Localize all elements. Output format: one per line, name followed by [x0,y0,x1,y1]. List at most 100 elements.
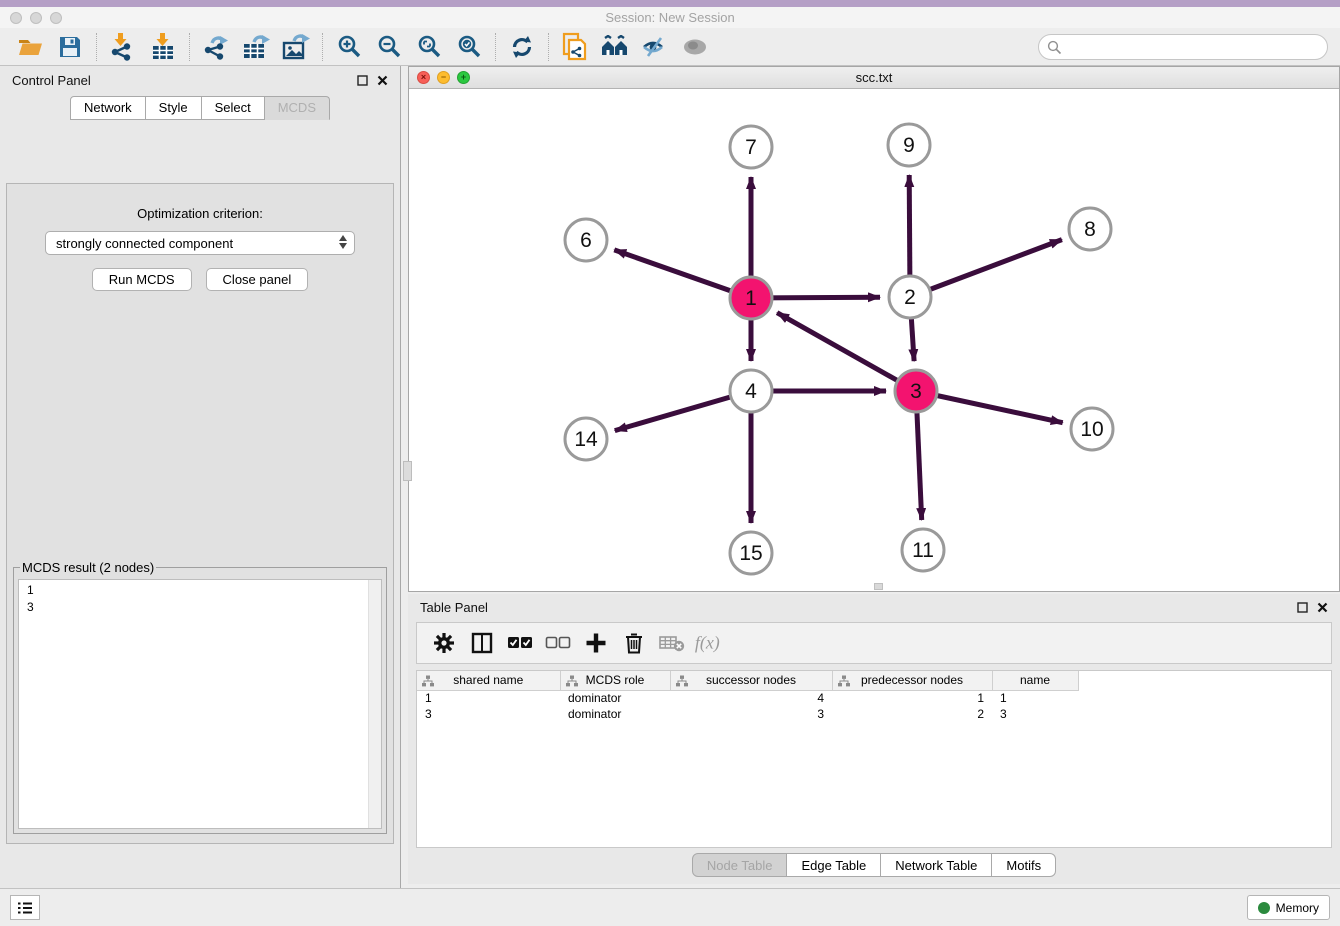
toolbar-separator [548,33,549,61]
cell-MCDS-role[interactable]: dominator [560,706,670,722]
task-history-button[interactable] [10,895,40,920]
cell-name[interactable]: 1 [992,690,1078,706]
node-3[interactable]: 3 [895,370,937,412]
save-session-icon[interactable] [50,31,90,63]
cell-successor-nodes[interactable]: 3 [670,706,832,722]
network-graph[interactable]: 7 9 6 8 1 2 4 3 14 10 15 11 [409,89,1339,591]
delete-table-icon[interactable] [655,627,689,659]
close-panel-icon[interactable] [377,75,388,86]
memory-button[interactable]: Memory [1247,895,1330,920]
add-row-icon[interactable] [579,627,613,659]
node-7[interactable]: 7 [730,126,772,168]
search-input[interactable] [1068,37,1327,57]
criterion-select[interactable]: strongly connected component [45,231,355,255]
node-8[interactable]: 8 [1069,208,1111,250]
split-panes-icon[interactable] [465,627,499,659]
edge-2-8[interactable] [910,240,1062,297]
zoom-in-icon[interactable] [329,31,369,63]
hide-selected-icon[interactable] [635,31,675,63]
node-11[interactable]: 11 [902,529,944,571]
search-box[interactable] [1038,34,1328,60]
function-builder-icon[interactable]: f(x) [693,627,727,659]
tab-edge-table[interactable]: Edge Table [787,853,881,877]
search-icon [1047,40,1062,55]
cell-successor-nodes[interactable]: 4 [670,690,832,706]
edge-3-10[interactable] [916,391,1063,423]
column-header-predecessor-nodes[interactable]: predecessor nodes [832,671,992,690]
export-image-icon[interactable] [276,31,316,63]
mcds-result-node: 3 [27,599,373,616]
network-window-titlebar[interactable]: scc.txt × − + [409,67,1339,89]
open-session-icon[interactable] [10,31,50,63]
export-table-icon[interactable] [236,31,276,63]
column-header-name[interactable]: name [992,671,1078,690]
column-header-shared-name[interactable]: shared name [417,671,560,690]
tab-network[interactable]: Network [70,96,146,120]
cell-shared-name[interactable]: 3 [417,706,560,722]
float-panel-icon[interactable] [357,75,368,86]
float-table-panel-icon[interactable] [1297,602,1308,613]
tab-network-table[interactable]: Network Table [881,853,992,877]
mcds-panel: Optimization criterion: strongly connect… [6,183,394,844]
tab-select[interactable]: Select [202,96,265,120]
column-header-successor-nodes[interactable]: successor nodes [670,671,832,690]
select-all-checks-icon[interactable] [503,627,537,659]
control-panel: Control Panel NetworkStyleSelectMCDS Opt… [0,66,401,888]
node-9[interactable]: 9 [888,124,930,166]
close-panel-button[interactable]: Close panel [206,268,309,291]
network-minimize-button[interactable]: − [437,71,450,84]
network-canvas[interactable]: 7 9 6 8 1 2 4 3 14 10 15 11 [409,89,1339,591]
tab-style[interactable]: Style [146,96,202,120]
node-table[interactable]: shared nameMCDS rolesuccessor nodesprede… [416,670,1332,848]
cell-name[interactable]: 3 [992,706,1078,722]
table-row[interactable]: 1dominator411 [417,690,1078,706]
node-14[interactable]: 14 [565,418,607,460]
settings-gear-icon[interactable] [427,627,461,659]
table-row[interactable]: 3dominator323 [417,706,1078,722]
refresh-icon[interactable] [502,31,542,63]
network-close-button[interactable]: × [417,71,430,84]
first-neighbors-icon[interactable] [595,31,635,63]
node-2[interactable]: 2 [889,276,931,318]
node-15[interactable]: 15 [730,532,772,574]
close-table-panel-icon[interactable] [1317,602,1328,613]
import-table-icon[interactable] [143,31,183,63]
cell-shared-name[interactable]: 1 [417,690,560,706]
delete-row-icon[interactable] [617,627,651,659]
canvas-horizontal-grip[interactable] [874,583,883,590]
node-1[interactable]: 1 [730,277,772,319]
control-panel-tabs: NetworkStyleSelectMCDS [0,96,400,120]
mcds-result-title: MCDS result (2 nodes) [20,560,156,575]
result-scrollbar[interactable] [368,580,381,828]
node-6[interactable]: 6 [565,219,607,261]
list-icon [17,901,33,915]
import-network-icon[interactable] [103,31,143,63]
zoom-out-icon[interactable] [369,31,409,63]
column-header-MCDS-role[interactable]: MCDS role [560,671,670,690]
export-network-icon[interactable] [196,31,236,63]
tab-mcds[interactable]: MCDS [265,96,330,120]
tab-motifs[interactable]: Motifs [992,853,1056,877]
show-all-icon[interactable] [675,31,715,63]
clone-network-icon[interactable] [555,31,595,63]
edge-3-1[interactable] [777,313,916,391]
zoom-fit-icon[interactable] [409,31,449,63]
node-10[interactable]: 10 [1071,408,1113,450]
zoom-selected-icon[interactable] [449,31,489,63]
table-toolbar: f(x) [416,622,1332,664]
cell-MCDS-role[interactable]: dominator [560,690,670,706]
svg-text:11: 11 [912,539,934,562]
network-window-title: scc.txt [409,70,1339,85]
cell-predecessor-nodes[interactable]: 1 [832,690,992,706]
tab-node-table[interactable]: Node Table [692,853,788,877]
svg-text:7: 7 [745,136,757,159]
status-bar: Memory [0,888,1340,926]
cell-predecessor-nodes[interactable]: 2 [832,706,992,722]
run-mcds-button[interactable]: Run MCDS [92,268,192,291]
deselect-all-icon[interactable] [541,627,575,659]
svg-text:f(x): f(x) [695,633,720,654]
node-4[interactable]: 4 [730,370,772,412]
splitter-grip[interactable] [403,461,412,481]
network-maximize-button[interactable]: + [457,71,470,84]
mcds-result-list[interactable]: 13 [18,579,382,829]
